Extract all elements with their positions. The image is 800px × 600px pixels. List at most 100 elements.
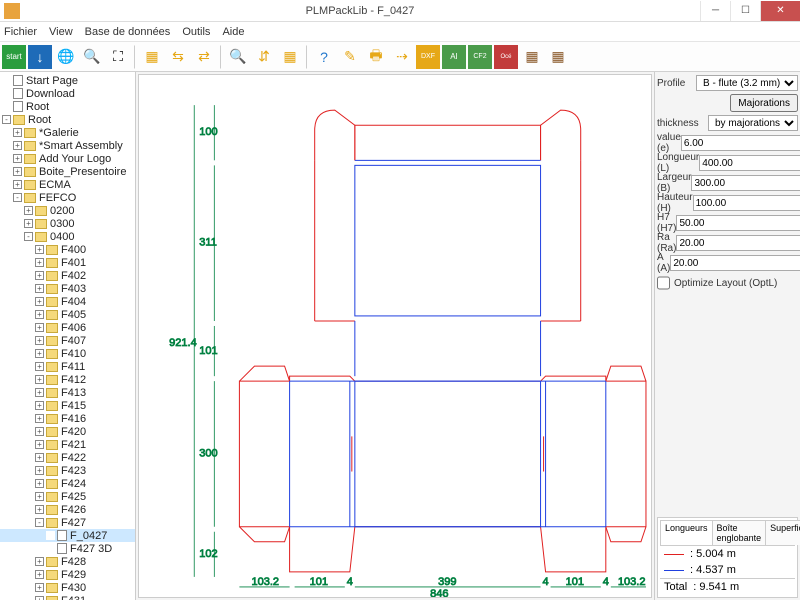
optimize-checkbox[interactable] [657,275,670,291]
flip-h-icon[interactable]: ⇆ [166,45,190,69]
separator [134,45,136,69]
tree-item[interactable]: +F406 [0,321,135,334]
hauteur-input[interactable] [693,195,800,211]
grid-icon[interactable]: ▦ [140,45,164,69]
tree-item[interactable]: +F416 [0,412,135,425]
menu-outils[interactable]: Outils [182,26,210,38]
tree-item[interactable]: +F412 [0,373,135,386]
menu-aide[interactable]: Aide [222,26,244,38]
separator [306,45,308,69]
tree-item[interactable]: +F415 [0,399,135,412]
search-icon[interactable]: 🔍 [80,45,104,69]
tree-item[interactable]: Start Page [0,74,135,87]
tree-item[interactable]: +F422 [0,451,135,464]
thickness-select[interactable]: by majorations [708,115,798,131]
largeur-input[interactable] [691,175,800,191]
pallet1-icon[interactable]: ▦ [520,45,544,69]
tree-item[interactable]: +F400 [0,243,135,256]
majorations-button[interactable]: Majorations [730,94,798,112]
download-icon[interactable]: ↓ [28,45,52,69]
tree-item[interactable]: +F403 [0,282,135,295]
tree-item[interactable]: +F402 [0,269,135,282]
profile-select[interactable]: B - flute (3.2 mm) [696,75,798,91]
help-icon[interactable]: ? [312,45,336,69]
tree-item[interactable]: +F428 [0,555,135,568]
tree-item[interactable]: +F431 [0,594,135,600]
tree-item[interactable]: F_0427 [0,529,135,542]
tree-item[interactable]: +F429 [0,568,135,581]
ra-input[interactable] [676,235,800,251]
drawing-canvas[interactable]: 921.4 100 311 101 300 102 103.2 101 4 39… [138,74,652,598]
tree-item[interactable]: +F411 [0,360,135,373]
close-button[interactable]: ✕ [760,1,800,21]
tree-item[interactable]: +F401 [0,256,135,269]
tree-item[interactable]: +*Smart Assembly [0,139,135,152]
ai-icon[interactable]: AI [442,45,466,69]
tree-item[interactable]: +0300 [0,217,135,230]
export-icon[interactable]: ⇢ [390,45,414,69]
tree-item[interactable]: +F421 [0,438,135,451]
tree-item[interactable]: +F404 [0,295,135,308]
tree-item[interactable]: +F410 [0,347,135,360]
dxf-icon[interactable]: DXF [416,45,440,69]
menu-database[interactable]: Base de données [85,26,171,38]
dim-h-top: 100 [199,126,217,138]
fit-icon[interactable]: ⛶ [106,45,130,69]
tree-item[interactable]: Download [0,87,135,100]
oce-icon[interactable]: Océ [494,45,518,69]
tree-item[interactable]: +F420 [0,425,135,438]
zoom-icon[interactable]: 🔍 [226,45,250,69]
minimize-button[interactable]: ─ [700,1,730,21]
dim-h-mid1: 311 [199,237,217,249]
dim-h-mid2: 101 [199,345,217,357]
tree-item[interactable]: Root [0,100,135,113]
flip-v-icon[interactable]: ⇄ [192,45,216,69]
tree-item[interactable]: F427 3D [0,542,135,555]
h7-input[interactable] [676,215,800,231]
tree-item[interactable]: -Root [0,113,135,126]
tree-item[interactable]: +0200 [0,204,135,217]
tree-item[interactable]: +Boite_Presentoire [0,165,135,178]
window-title: PLMPackLib - F_0427 [20,5,700,17]
tree-item[interactable]: +F407 [0,334,135,347]
globe-icon[interactable]: 🌐 [54,45,78,69]
legend-total-value: : 9.541 m [693,581,739,593]
dim-w3: 4 [347,576,353,588]
start-icon[interactable]: start [2,45,26,69]
tree-item[interactable]: +F430 [0,581,135,594]
edit-icon[interactable]: ✎ [338,45,362,69]
tree-item[interactable]: +F423 [0,464,135,477]
tree-item[interactable]: -0400 [0,230,135,243]
tree-item[interactable]: +*Galerie [0,126,135,139]
print-icon[interactable]: 🖶 [364,45,388,69]
legend-crease-swatch [664,570,684,571]
tab-superficie[interactable]: Superficie [765,520,800,545]
tile-icon[interactable]: ▦ [278,45,302,69]
titlebar: PLMPackLib - F_0427 ─ ☐ ✕ [0,0,800,22]
tab-longueurs[interactable]: Longueurs [660,520,713,545]
tree-item[interactable]: +F424 [0,477,135,490]
tree-item[interactable]: +F405 [0,308,135,321]
maximize-button[interactable]: ☐ [730,1,760,21]
tree-panel[interactable]: Start PageDownloadRoot-Root+*Galerie+*Sm… [0,72,136,600]
profile-label: Profile [657,78,696,89]
value-input[interactable] [681,135,800,151]
tree-item[interactable]: -F427 [0,516,135,529]
tree-item[interactable]: +F413 [0,386,135,399]
a-input[interactable] [670,255,800,271]
tree-item[interactable]: +F425 [0,490,135,503]
cf2-icon[interactable]: CF2 [468,45,492,69]
tree-item[interactable]: +Add Your Logo [0,152,135,165]
properties-panel: ProfileB - flute (3.2 mm) Majorations th… [654,72,800,600]
tab-bbox[interactable]: Boîte englobante [712,520,767,545]
pallet2-icon[interactable]: ▦ [546,45,570,69]
app-icon [4,3,20,19]
dim-w8: 103.2 [618,576,646,588]
tree-item[interactable]: -FEFCO [0,191,135,204]
arrange-icon[interactable]: ⇵ [252,45,276,69]
menu-view[interactable]: View [49,26,73,38]
tree-item[interactable]: +F426 [0,503,135,516]
longueur-input[interactable] [699,155,800,171]
tree-item[interactable]: +ECMA [0,178,135,191]
menu-fichier[interactable]: Fichier [4,26,37,38]
